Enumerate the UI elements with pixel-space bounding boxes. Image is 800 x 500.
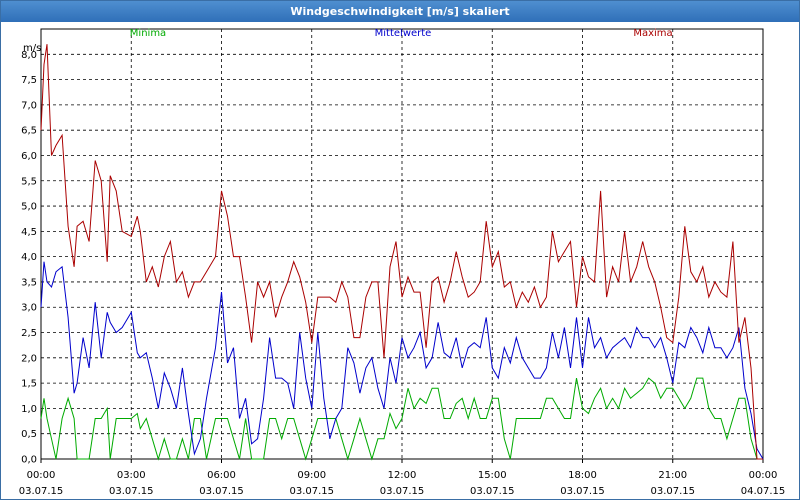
y-tick-label: 0,0 [21, 455, 37, 466]
legend-maxima: Maxima [633, 28, 672, 39]
y-tick-label: 1,5 [21, 379, 37, 390]
y-tick-label: 5,5 [21, 176, 37, 187]
x-tick-time: 15:00 [478, 470, 507, 481]
x-tick-date: 03.07.15 [19, 486, 64, 497]
y-tick-label: 2,0 [21, 353, 37, 364]
x-tick-date: 03.07.15 [560, 486, 605, 497]
x-tick-date: 03.07.15 [470, 486, 515, 497]
y-axis-unit: m/s [23, 43, 41, 54]
y-tick-label: 7,5 [21, 75, 37, 86]
x-tick-date: 04.07.15 [741, 486, 786, 497]
x-tick-date: 03.07.15 [380, 486, 425, 497]
x-axis-ticks: 00:00 03.07.15 03:00 03.07.15 06:00 03.07.15 0… [19, 470, 786, 497]
window-title: Windgeschwindigkeit [m/s] skaliert [1, 1, 799, 22]
x-tick-time: 09:00 [297, 470, 326, 481]
plot-frame [40, 28, 764, 460]
y-tick-label: 0,5 [21, 429, 37, 440]
y-tick-label: 4,0 [21, 252, 37, 263]
x-tick-time: 00:00 [27, 470, 56, 481]
x-tick-time: 12:00 [388, 470, 417, 481]
y-tick-label: 7,0 [21, 100, 37, 111]
legend-minima: Minima [130, 28, 166, 39]
x-tick-time: 00:00 [749, 470, 778, 481]
x-tick-time: 18:00 [568, 470, 597, 481]
x-tick-time: 03:00 [117, 470, 146, 481]
y-tick-label: 2,5 [21, 328, 37, 339]
y-tick-label: 5,0 [21, 202, 37, 213]
chart-window: Windgeschwindigkeit [m/s] skaliert 0,0 0,… [0, 0, 800, 500]
y-tick-label: 3,5 [21, 277, 37, 288]
x-tick-date: 03.07.15 [289, 486, 334, 497]
legend-mittelwerte: Mittelwerte [375, 28, 432, 39]
y-tick-label: 1,0 [21, 404, 37, 415]
wind-speed-chart: 0,0 0,5 1,0 1,5 2,0 2,5 3,0 3,5 4,0 4,5 5,0 5,5 6,0 6… [19, 28, 786, 497]
x-tick-date: 03.07.15 [199, 486, 244, 497]
x-tick-date: 03.07.15 [650, 486, 695, 497]
x-tick-time: 21:00 [658, 470, 687, 481]
grid [40, 28, 764, 463]
y-tick-label: 6,5 [21, 126, 37, 137]
y-tick-label: 4,5 [21, 227, 37, 238]
y-tick-label: 6,0 [21, 151, 37, 162]
x-tick-date: 03.07.15 [109, 486, 154, 497]
x-tick-time: 06:00 [207, 470, 236, 481]
y-axis-ticks: 0,0 0,5 1,0 1,5 2,0 2,5 3,0 3,5 4,0 4,5 5,0 5,5 6,0 6… [21, 50, 37, 466]
y-tick-label: 3,0 [21, 303, 37, 314]
